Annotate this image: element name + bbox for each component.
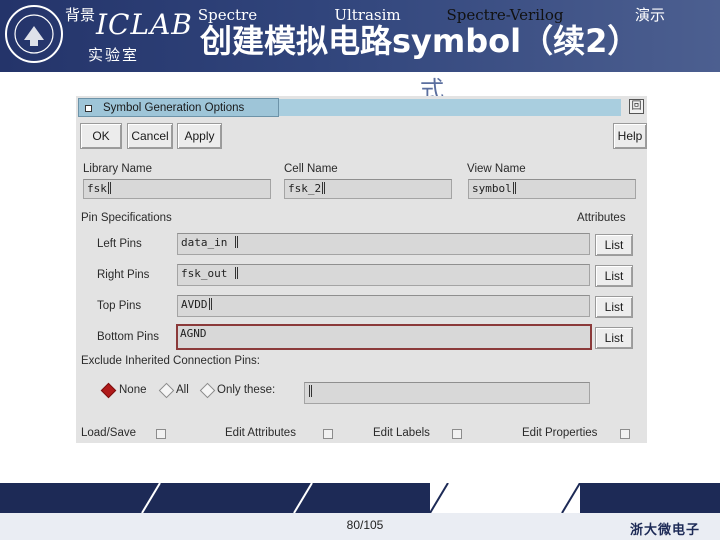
view-name-label: View Name [467,163,526,175]
text-cursor-icon [234,267,238,279]
exclude-all-label[interactable]: All [176,384,189,396]
text-cursor-icon [309,385,312,397]
left-pins-field[interactable]: data_in [177,233,590,255]
library-name-field[interactable]: fsk [83,179,271,199]
bottom-pins-list-button[interactable]: List [595,327,633,349]
right-pins-field[interactable]: fsk_out [177,264,590,286]
nav-divider [141,483,161,513]
text-cursor-icon [107,182,111,194]
pin-specifications-label: Pin Specifications [81,212,172,224]
edit-labels-checkbox[interactable] [452,429,462,439]
nav-item-ultrasim[interactable]: Ultrasim [305,0,430,30]
text-cursor-icon [208,298,212,310]
exclude-inherited-label: Exclude Inherited Connection Pins: [81,355,260,367]
nav-item-demo[interactable]: 演示 [590,0,710,30]
edit-properties-label[interactable]: Edit Properties [522,427,597,439]
ok-button[interactable]: OK [80,123,122,149]
edit-attributes-label[interactable]: Edit Attributes [225,427,296,439]
help-button[interactable]: Help [613,123,647,149]
exclude-all-radio[interactable] [158,382,175,399]
nav-divider [561,483,581,513]
text-cursor-icon [512,182,516,194]
view-name-field[interactable]: symbol [468,179,636,199]
exclude-only-label[interactable]: Only these: [217,384,275,396]
top-pins-label: Top Pins [97,300,142,312]
exclude-none-label[interactable]: None [119,384,147,396]
apply-button[interactable]: Apply [177,123,222,149]
nav-dividers [141,483,581,513]
lab-logo-subtitle: 实验室 [88,46,140,64]
dialog-button-row: OK Cancel Apply Help [76,119,647,152]
attributes-label: Attributes [577,212,626,224]
bottom-pins-label: Bottom Pins [97,331,159,343]
window-menu-dot-icon[interactable] [85,105,92,112]
exclude-only-field[interactable] [304,382,590,404]
edit-properties-checkbox[interactable] [620,429,630,439]
exclude-only-radio[interactable] [199,382,216,399]
dialog-title: Symbol Generation Options [103,102,245,114]
dialog-titlebar[interactable]: Symbol Generation Options 回 [76,96,647,119]
page-number: 80/105 [346,518,384,532]
cell-name-label: Cell Name [284,163,338,175]
right-pins-label: Right Pins [97,269,150,281]
nav-item-spectre-verilog[interactable]: Spectre-Verilog [440,0,570,30]
top-pins-list-button[interactable]: List [595,296,633,318]
left-pins-label: Left Pins [97,238,142,250]
load-save-checkbox[interactable] [156,429,166,439]
right-pins-list-button[interactable]: List [595,265,633,287]
nav-divider [293,483,313,513]
window-restore-icon[interactable]: 回 [629,99,644,114]
cell-name-field[interactable]: fsk_2 [284,179,452,199]
library-name-label: Library Name [83,163,153,175]
top-pins-field[interactable]: AVDD [177,295,590,317]
bottom-pins-field[interactable]: AGND [176,324,592,350]
nav-divider [429,483,449,513]
titlebar-drag-area[interactable] [279,99,621,116]
nav-item-spectre[interactable]: Spectre [165,0,290,30]
dialog-title-tab: Symbol Generation Options [78,98,279,117]
text-cursor-icon [322,182,326,194]
symbol-generation-dialog: Symbol Generation Options 回 OK Cancel Ap… [76,96,647,443]
footer-brand-text: 浙大微电子 [630,523,701,538]
nav-item-background[interactable]: 背景 [20,0,140,30]
edit-labels-label[interactable]: Edit Labels [373,427,430,439]
cancel-button[interactable]: Cancel [127,123,173,149]
edit-attributes-checkbox[interactable] [323,429,333,439]
text-cursor-icon [234,236,238,248]
exclude-none-radio[interactable] [100,382,117,399]
load-save-label[interactable]: Load/Save [81,427,136,439]
left-pins-list-button[interactable]: List [595,234,633,256]
